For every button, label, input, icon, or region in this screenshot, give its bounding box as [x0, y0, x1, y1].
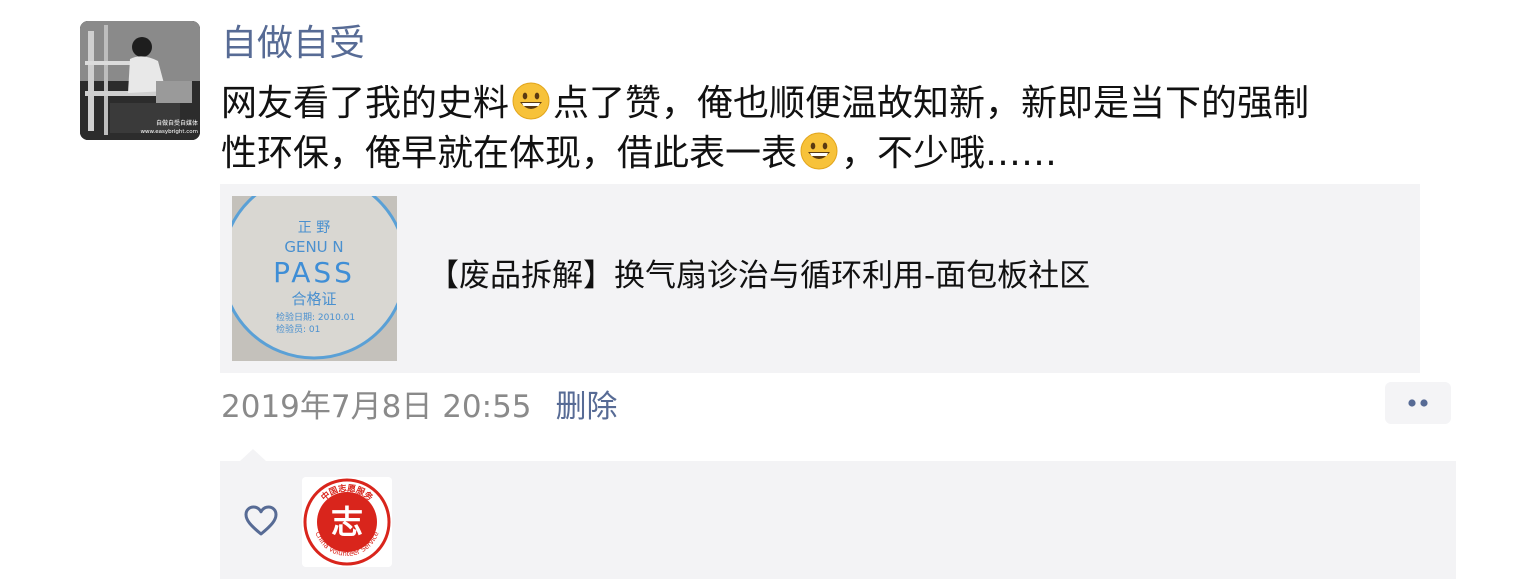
avatar-watermark-line1: 自做自受自媒体: [156, 119, 198, 127]
heart-outline-icon: [244, 505, 278, 536]
liker-avatar-china-volunteer[interactable]: 中国志愿服务 China Volunteer Service 志: [302, 477, 392, 567]
author-name[interactable]: 自做自受: [221, 20, 365, 68]
thumb-line6: 检验员: 01: [276, 323, 320, 335]
liker-mark: 志: [331, 503, 363, 541]
thumb-line1: 正 野: [298, 220, 330, 236]
author-avatar[interactable]: 自做自受自媒体 www.easybright.com: [80, 21, 200, 140]
likes-panel: 中国志愿服务 China Volunteer Service 志: [220, 461, 1456, 579]
more-options-button[interactable]: [1385, 382, 1451, 424]
link-thumbnail: 正 野 GENU N PASS 合格证 检验日期: 2010.01 检验员: 0…: [232, 196, 397, 361]
avatar-watermark-line2: www.easybright.com: [140, 129, 198, 135]
shared-link-card[interactable]: 正 野 GENU N PASS 合格证 检验日期: 2010.01 检验员: 0…: [220, 184, 1420, 373]
thumb-line4: 合格证: [291, 290, 336, 308]
post-meta: 2019年7月8日 20:55 删除: [221, 381, 618, 425]
post-text-line2-a: 性环保，俺早就在体现，借此表一表: [221, 133, 798, 174]
post-text-line1-b: 点了赞，俺也顺便温故知新，新即是当下的强制: [553, 83, 1310, 124]
post-text-line1-a: 网友看了我的史料: [221, 83, 510, 124]
post-content: 网友看了我的史料 点了赞，俺也顺便温故知新，新即是当下的强制 性环保，俺早就在体…: [221, 79, 1466, 179]
post-timestamp: 2019年7月8日 20:55: [221, 388, 532, 425]
thumb-line3: PASS: [273, 256, 355, 289]
thumb-line2: GENU N: [284, 238, 343, 256]
post-text-line2-b: ，不少哦……: [841, 133, 1058, 174]
likes-panel-arrow: [240, 449, 266, 461]
grinning-face-icon: [800, 132, 838, 170]
thumb-line5: 检验日期: 2010.01: [276, 311, 355, 323]
delete-button[interactable]: 删除: [556, 381, 618, 426]
moments-post: 自做自受自媒体 www.easybright.com 自做自受 网友看了我的史料…: [0, 0, 1536, 579]
more-dots-icon: [1408, 399, 1428, 407]
grinning-face-icon: [512, 82, 550, 120]
link-title: 【废品拆解】换气扇诊治与循环利用-面包板社区: [428, 258, 1091, 294]
